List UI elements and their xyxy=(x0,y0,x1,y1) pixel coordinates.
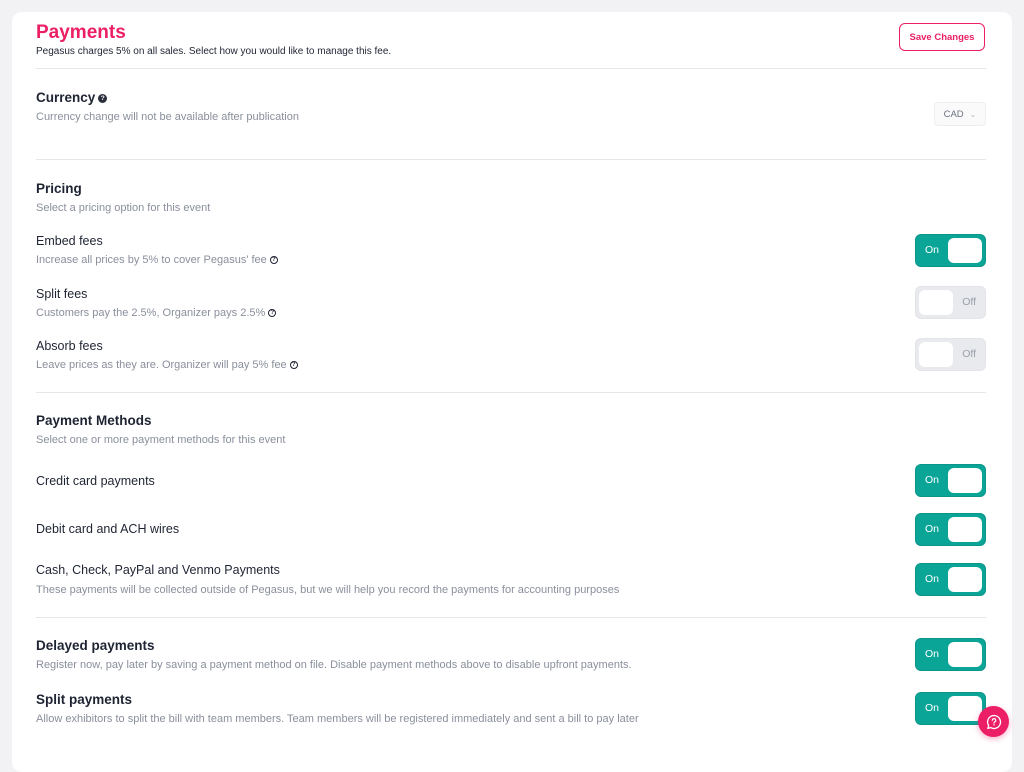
delayed-payments-heading: Delayed payments xyxy=(36,638,155,653)
toggle-knob xyxy=(919,290,953,315)
divider xyxy=(36,159,986,160)
currency-description: Currency change will not be available af… xyxy=(36,111,299,123)
embed-fees-toggle[interactable]: On xyxy=(915,234,986,267)
toggle-knob xyxy=(948,238,982,263)
cash-check-description: These payments will be collected outside… xyxy=(36,584,620,596)
pricing-heading: Pricing xyxy=(36,181,82,196)
page-title: Payments xyxy=(36,22,126,43)
toggle-knob xyxy=(919,342,953,367)
debit-card-toggle[interactable]: On xyxy=(915,513,986,546)
help-icon[interactable]: ? xyxy=(268,309,277,318)
toggle-state-label: On xyxy=(925,648,940,660)
split-payments-toggle[interactable]: On xyxy=(915,692,986,725)
question-icon[interactable]: ? xyxy=(98,94,108,103)
toggle-knob xyxy=(948,468,982,493)
split-fees-desc-text: Customers pay the 2.5%, Organizer pays 2… xyxy=(36,307,266,319)
toggle-knob xyxy=(948,567,982,592)
delayed-payments-toggle[interactable]: On xyxy=(915,638,986,671)
divider xyxy=(36,392,986,393)
currency-select-value: CAD xyxy=(943,108,964,120)
delayed-payments-description: Register now, pay later by saving a paym… xyxy=(36,659,632,671)
help-icon[interactable]: ? xyxy=(269,256,278,265)
cash-check-label: Cash, Check, PayPal and Venmo Payments xyxy=(36,563,280,577)
save-changes-button[interactable]: Save Changes xyxy=(899,23,985,51)
payments-card: Payments Pegasus charges 5% on all sales… xyxy=(12,12,1012,772)
debit-card-label: Debit card and ACH wires xyxy=(36,522,180,536)
chat-help-button[interactable] xyxy=(978,706,1009,737)
toggle-knob xyxy=(948,517,982,542)
divider xyxy=(36,68,986,69)
split-payments-heading: Split payments xyxy=(36,692,133,707)
credit-card-label: Credit card payments xyxy=(36,474,155,488)
toggle-state-label: On xyxy=(925,474,940,486)
toggle-state-label: On xyxy=(925,244,940,256)
page-subtitle: Pegasus charges 5% on all sales. Select … xyxy=(36,46,392,57)
currency-select[interactable]: CAD ⌄ xyxy=(934,102,986,126)
currency-heading: Currency? xyxy=(36,90,108,105)
toggle-knob xyxy=(948,642,982,667)
credit-card-toggle[interactable]: On xyxy=(915,464,986,497)
help-icon[interactable]: ? xyxy=(289,361,298,370)
split-fees-label: Split fees xyxy=(36,287,88,301)
toggle-state-label: On xyxy=(925,573,940,585)
pricing-description: Select a pricing option for this event xyxy=(36,202,211,214)
cash-check-toggle[interactable]: On xyxy=(915,563,986,596)
embed-fees-desc-text: Increase all prices by 5% to cover Pegas… xyxy=(36,254,267,266)
toggle-state-label: Off xyxy=(962,348,976,360)
absorb-fees-toggle[interactable]: Off xyxy=(915,338,986,371)
absorb-fees-description: Leave prices as they are. Organizer will… xyxy=(36,359,298,371)
embed-fees-label: Embed fees xyxy=(36,234,103,248)
payment-methods-description: Select one or more payment methods for t… xyxy=(36,434,286,446)
currency-title: Currency xyxy=(36,90,96,105)
chevron-down-icon: ⌄ xyxy=(969,109,977,119)
absorb-fees-desc-text: Leave prices as they are. Organizer will… xyxy=(36,359,287,371)
toggle-state-label: On xyxy=(925,523,940,535)
toggle-state-label: Off xyxy=(962,296,976,308)
embed-fees-description: Increase all prices by 5% to cover Pegas… xyxy=(36,254,278,266)
absorb-fees-label: Absorb fees xyxy=(36,339,103,353)
toggle-state-label: On xyxy=(925,702,940,714)
split-fees-toggle[interactable]: Off xyxy=(915,286,986,319)
split-fees-description: Customers pay the 2.5%, Organizer pays 2… xyxy=(36,307,277,319)
payment-methods-heading: Payment Methods xyxy=(36,413,152,428)
chat-help-icon xyxy=(986,714,1001,729)
divider xyxy=(36,617,986,618)
split-payments-description: Allow exhibitors to split the bill with … xyxy=(36,713,639,725)
toggle-knob xyxy=(948,696,982,721)
